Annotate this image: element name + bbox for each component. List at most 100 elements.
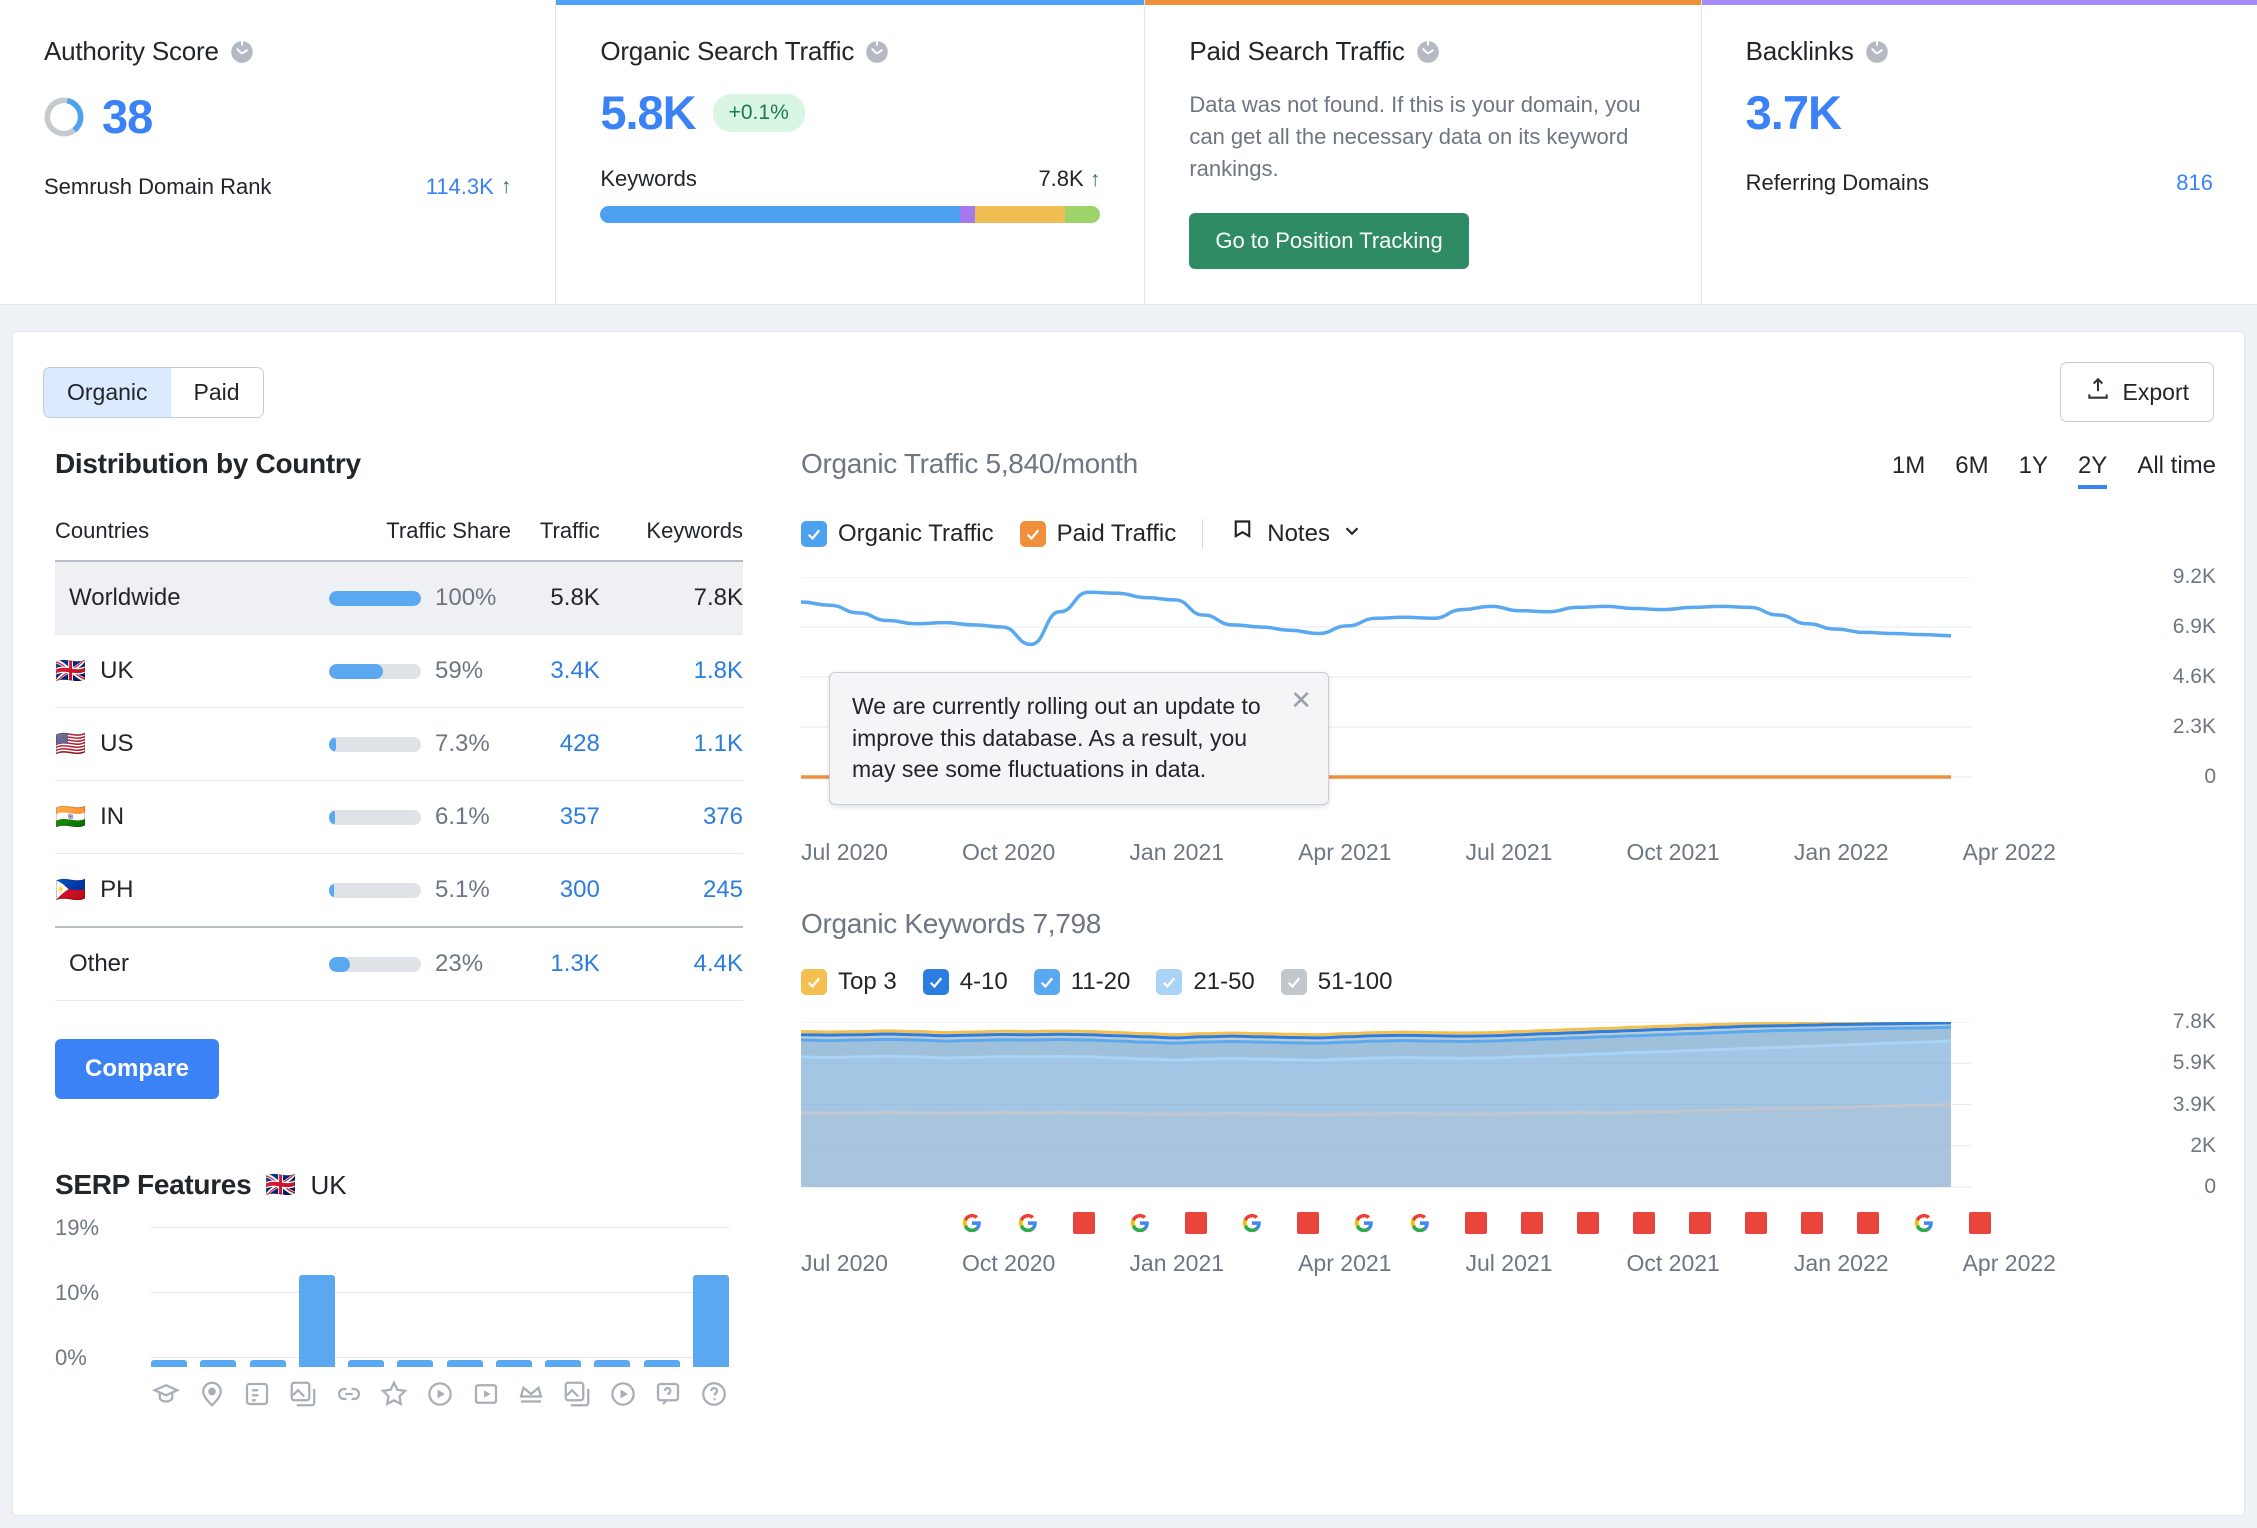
keywords-cell[interactable]: 245: [600, 854, 743, 928]
globe-info-icon[interactable]: [864, 39, 890, 65]
serp-bar[interactable]: [545, 1360, 582, 1367]
period-6m[interactable]: 6M: [1955, 452, 1988, 489]
serp-bar[interactable]: [446, 1360, 483, 1367]
backlinks-value[interactable]: 3.7K: [1746, 89, 1842, 136]
authority-score-donut: [44, 97, 84, 137]
table-row[interactable]: 🇮🇳 IN 6.1% 357 376: [55, 781, 743, 854]
legend-4-10[interactable]: 4-10: [922, 968, 1008, 996]
period-selector[interactable]: 1M 6M 1Y 2Y All time: [1892, 452, 2216, 489]
table-row[interactable]: 🇵🇭 PH 5.1% 300 245: [55, 854, 743, 928]
update-marker-red[interactable]: [1801, 1212, 1823, 1234]
keywords-cell[interactable]: 376: [600, 781, 743, 854]
x-tick: Jan 2021: [1129, 839, 1225, 865]
update-marker-red[interactable]: [1689, 1212, 1711, 1234]
serp-bar[interactable]: [151, 1360, 187, 1367]
organic-traffic-checkbox[interactable]: [801, 521, 827, 547]
keywords-cell[interactable]: 4.4K: [600, 927, 743, 1001]
update-marker-red[interactable]: [1577, 1212, 1599, 1234]
sitelinks-icon: [246, 1382, 269, 1406]
update-marker-red[interactable]: [1185, 1212, 1207, 1234]
serp-bar[interactable]: [495, 1360, 532, 1367]
traffic-cell[interactable]: 1.3K: [511, 927, 599, 1001]
period-1m[interactable]: 1M: [1892, 452, 1925, 489]
period-2y[interactable]: 2Y: [2077, 452, 2108, 489]
checkbox[interactable]: [801, 969, 827, 995]
keywords-cell[interactable]: 1.8K: [600, 635, 743, 708]
serp-bar[interactable]: [594, 1360, 631, 1367]
table-row[interactable]: 🇺🇸 US 7.3% 428 1.1K: [55, 708, 743, 781]
google-update-marker[interactable]: [1017, 1212, 1039, 1234]
update-marker-red[interactable]: [1073, 1212, 1095, 1234]
checkbox[interactable]: [1156, 969, 1183, 995]
legend-11-20[interactable]: 11-20: [1033, 968, 1130, 996]
serp-bar[interactable]: [348, 1360, 385, 1367]
domain-rank-value[interactable]: 114.3K ↑: [426, 174, 512, 200]
country-cell: 🇺🇸 US: [55, 708, 241, 781]
export-button[interactable]: Export: [2059, 362, 2214, 422]
paid-traffic-checkbox[interactable]: [1019, 521, 1046, 547]
referring-domains-value[interactable]: 816: [2176, 170, 2213, 196]
tab-paid[interactable]: Paid: [170, 367, 263, 417]
table-row[interactable]: 🇬🇧 UK 59% 3.4K 1.8K: [55, 635, 743, 708]
checkbox[interactable]: [1033, 969, 1060, 995]
share-bar: [329, 590, 421, 606]
serp-bar[interactable]: [298, 1274, 335, 1367]
serp-bar[interactable]: [643, 1360, 680, 1367]
globe-info-icon[interactable]: [229, 39, 255, 65]
globe-info-icon[interactable]: [1415, 39, 1441, 65]
go-to-position-tracking-button[interactable]: Go to Position Tracking: [1189, 212, 1469, 269]
period-all-time[interactable]: All time: [2137, 452, 2216, 489]
x-tick: Jan 2022: [1793, 1250, 1889, 1276]
legend-21-50[interactable]: 21-50: [1156, 968, 1255, 996]
serp-country-label: UK: [310, 1169, 347, 1200]
serp-bar[interactable]: [200, 1360, 237, 1367]
backlinks-label: Backlinks: [1745, 36, 1854, 66]
update-marker-red[interactable]: [1297, 1212, 1319, 1234]
panel-columns: Distribution by Country Countries Traffi…: [13, 422, 2244, 1515]
close-icon[interactable]: ✕: [1290, 687, 1312, 713]
traffic-cell[interactable]: 428: [511, 708, 600, 781]
serp-bar[interactable]: [397, 1360, 434, 1367]
table-row[interactable]: Other 23% 1.3K 4.4K: [55, 927, 743, 1001]
checkbox[interactable]: [1280, 969, 1307, 995]
keywords-chart-legend: Top 3 4-10 11-20 21-50 51-100: [801, 968, 2216, 996]
col-traffic: Traffic: [539, 518, 600, 543]
table-row[interactable]: Worldwide 100% 5.8K 7.8K: [55, 561, 743, 635]
update-marker-red[interactable]: [1969, 1212, 1991, 1234]
images-icon: [564, 1381, 590, 1407]
legend-paid-traffic[interactable]: Paid Traffic: [1019, 520, 1176, 548]
update-marker-red[interactable]: [1745, 1212, 1767, 1234]
update-marker-red[interactable]: [1857, 1212, 1879, 1234]
google-update-marker[interactable]: [1129, 1212, 1151, 1234]
keywords-cell[interactable]: 1.1K: [600, 708, 743, 781]
tab-organic[interactable]: Organic: [43, 367, 172, 417]
update-marker-red[interactable]: [1633, 1212, 1655, 1234]
organic-traffic-value[interactable]: 5.8K: [600, 89, 696, 136]
globe-info-icon[interactable]: [1864, 39, 1890, 65]
period-1y[interactable]: 1Y: [2019, 452, 2048, 489]
google-update-marker[interactable]: [1409, 1212, 1431, 1234]
serp-bar[interactable]: [249, 1360, 286, 1367]
notes-dropdown[interactable]: Notes: [1229, 517, 1363, 551]
legend-organic-traffic[interactable]: Organic Traffic: [801, 520, 994, 548]
traffic-cell[interactable]: 300: [511, 854, 600, 928]
organic-keywords-chart-header: Organic Keywords 7,798: [801, 908, 2216, 940]
traffic-cell[interactable]: 357: [511, 781, 600, 854]
checkbox[interactable]: [922, 969, 949, 995]
compare-button[interactable]: Compare: [55, 1039, 220, 1099]
legend-51-100[interactable]: 51-100: [1280, 968, 1393, 996]
google-update-marker[interactable]: [1241, 1212, 1263, 1234]
serp-bar[interactable]: [692, 1274, 729, 1367]
update-marker-red[interactable]: [1465, 1212, 1487, 1234]
organic-keywords-value[interactable]: 7.8K ↑: [1038, 166, 1100, 192]
google-update-marker[interactable]: [961, 1212, 983, 1234]
legend-top-3[interactable]: Top 3: [801, 968, 897, 996]
organic-keywords-x-axis: Jul 2020 Oct 2020 Jan 2021 Apr 2021 Jul 2021…: [801, 1250, 2056, 1277]
update-marker-red[interactable]: [1521, 1212, 1543, 1234]
traffic-cell[interactable]: 3.4K: [511, 635, 599, 708]
country-flag-icon: 🇵🇭: [55, 875, 87, 904]
serp-plot-area: [151, 1227, 729, 1367]
organic-paid-toggle[interactable]: Organic Paid: [43, 366, 264, 418]
google-update-marker[interactable]: [1353, 1212, 1375, 1234]
google-update-marker[interactable]: [1913, 1212, 1935, 1234]
